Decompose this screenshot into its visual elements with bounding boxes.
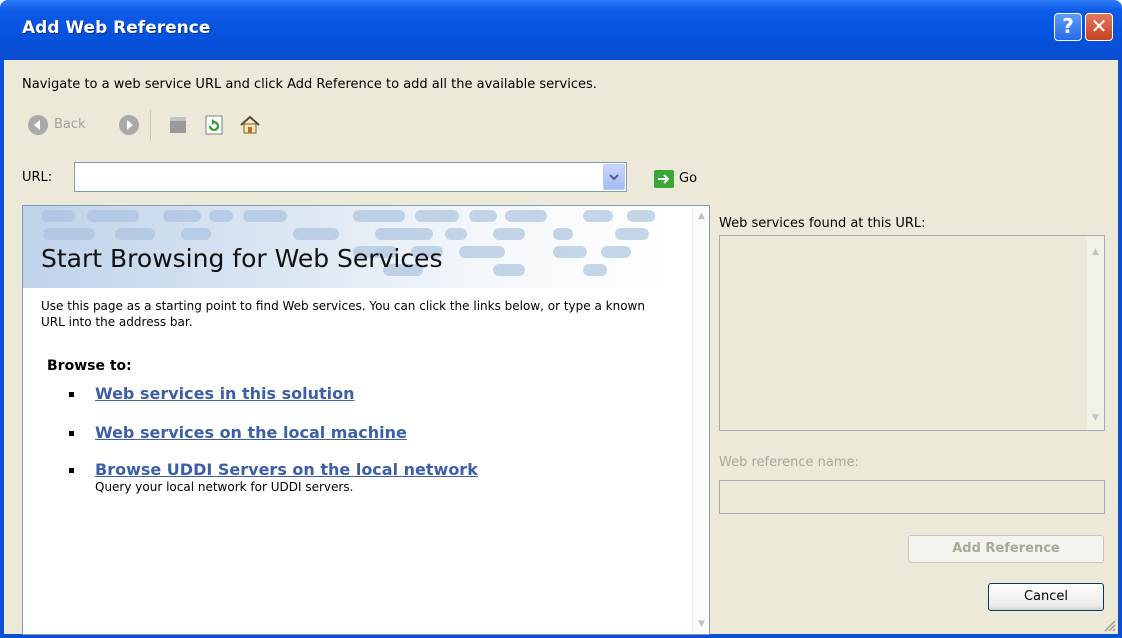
home-icon[interactable]	[239, 114, 261, 136]
web-reference-name-field[interactable]	[719, 480, 1105, 514]
services-found-list[interactable]: ▲ ▼	[719, 235, 1105, 431]
dialog-client-area: Navigate to a web service URL and click …	[4, 60, 1118, 635]
link-local-machine-services[interactable]: Web services on the local machine	[95, 423, 407, 442]
browser-pane[interactable]: Start Browsing for Web Services Use this…	[22, 205, 710, 635]
services-list-scrollbar[interactable]: ▲ ▼	[1087, 236, 1104, 430]
start-browsing-banner: Start Browsing for Web Services	[23, 206, 675, 288]
instruction-text: Navigate to a web service URL and click …	[22, 77, 597, 92]
scroll-up-icon[interactable]: ▲	[694, 208, 709, 224]
window-title: Add Web Reference	[22, 18, 211, 38]
close-button[interactable]: ✕	[1085, 13, 1113, 41]
browse-to-heading: Browse to:	[47, 358, 132, 374]
add-reference-button[interactable]: Add Reference	[908, 535, 1104, 563]
refresh-icon[interactable]	[203, 114, 225, 136]
go-arrow-icon[interactable]	[654, 170, 674, 188]
back-button-label[interactable]: Back	[54, 117, 86, 132]
scroll-up-icon[interactable]: ▲	[1088, 244, 1103, 260]
cancel-button[interactable]: Cancel	[988, 583, 1104, 611]
web-reference-name-label: Web reference name:	[719, 455, 859, 470]
bullet-icon	[69, 431, 74, 436]
browser-scrollbar[interactable]: ▲ ▼	[692, 206, 709, 634]
bullet-icon	[69, 468, 74, 473]
chevron-down-icon[interactable]	[603, 164, 625, 190]
stop-icon[interactable]	[167, 114, 189, 136]
toolbar-separator	[150, 110, 151, 140]
go-button[interactable]: Go	[679, 171, 697, 186]
services-found-label: Web services found at this URL:	[719, 216, 926, 231]
link-browse-uddi[interactable]: Browse UDDI Servers on the local network	[95, 460, 478, 479]
scroll-down-icon[interactable]: ▼	[1088, 410, 1103, 426]
title-bar[interactable]: Add Web Reference ? ✕	[0, 0, 1122, 60]
scroll-down-icon[interactable]: ▼	[694, 616, 709, 632]
forward-arrow-icon[interactable]	[119, 115, 139, 135]
page-heading: Start Browsing for Web Services	[41, 244, 443, 273]
help-button[interactable]: ?	[1054, 13, 1082, 41]
add-web-reference-dialog: Add Web Reference ? ✕ Navigate to a web …	[0, 0, 1122, 638]
url-label: URL:	[22, 170, 53, 185]
link-description: Query your local network for UDDI server…	[95, 480, 354, 494]
url-combobox[interactable]	[74, 162, 627, 192]
link-solution-services[interactable]: Web services in this solution	[95, 384, 355, 403]
bullet-icon	[69, 392, 74, 397]
back-arrow-icon[interactable]	[28, 115, 48, 135]
resize-grip-icon[interactable]	[1102, 618, 1116, 632]
intro-text: Use this page as a starting point to fin…	[41, 299, 645, 329]
